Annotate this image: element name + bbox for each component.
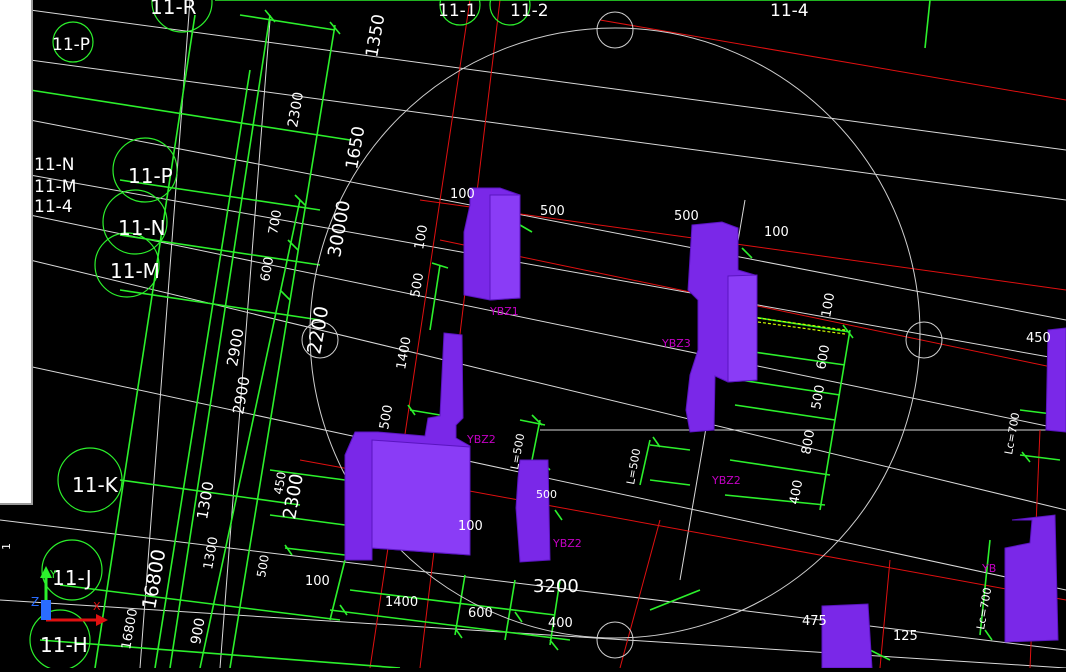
dim-1300-a: 1300 [193,480,217,521]
dim-1400-b: 1400 [385,595,418,610]
dim-500-f: 500 [536,488,557,501]
cad-model-canvas[interactable]: 11-R 11-1 11-2 11-4 11-P 11-N 11-M 11-4 … [0,0,1066,671]
dim-30000: 30000 [324,199,355,259]
dim-2900-b: 2900 [229,375,253,416]
orbit-marker-top[interactable] [596,11,634,49]
dim-400-b: 400 [787,479,806,506]
dim-1650: 1650 [342,125,369,171]
axis-label-left-m: 11-M [110,259,160,283]
dimension-lines [29,0,1066,669]
dim-500-e: 500 [809,384,828,411]
column-solids [344,187,1066,669]
dim-125: 125 [893,629,918,644]
column-label-ybz1: YBZ1 [489,305,519,318]
dim-100-a: 100 [450,187,475,202]
dim-1300-b: 1300 [201,535,222,570]
dim-500-b: 500 [408,272,427,299]
dim-500-d: 500 [674,209,699,224]
axis-label-left-n-small: 11-N [34,155,74,175]
dim-800: 800 [799,429,818,456]
axis-label-left-n: 11-N [118,216,166,240]
dim-2200: 2200 [303,304,333,355]
axis-label-left-p-small: 11-P [52,35,90,55]
axis-label-left-4-small: 11-4 [34,197,73,217]
dim-1350: 1350 [362,13,389,59]
dim-100-e: 100 [819,292,838,319]
axis-label-top-r: 11-R [150,0,197,19]
axis-label-top-4: 11-4 [770,1,809,21]
axis-label-top-1: 11-1 [438,1,477,21]
dim-100-f: 100 [458,519,483,534]
dim-500-c: 500 [377,404,396,431]
dim-1400-a: 1400 [394,335,415,370]
dim-16800-small: 16800 [119,607,141,650]
ucs-z-label: Z [31,595,39,609]
column-label-ybz2-b: YBZ2 [711,474,741,487]
cad-drawing-viewport[interactable]: 11-R 11-1 11-2 11-4 11-P 11-N 11-M 11-4 … [0,0,1066,671]
dimension-ticks [264,9,1031,651]
dim-100-c: 100 [305,574,330,589]
ucs-x-label: X [93,600,101,613]
edge-glyph: 1 [0,543,13,550]
axis-label-left-p: 11-P [128,164,173,188]
dimension-labels: 1350 2300 1650 30000 700 600 2200 2900 2… [119,13,1051,651]
dim-100-d: 100 [764,225,789,240]
axis-label-left-k: 11-K [72,473,119,497]
dim-600-c: 600 [814,344,833,371]
axis-label-left-m-small: 11-M [34,177,76,197]
dim-3200: 3200 [533,576,579,597]
dim-700: 700 [266,209,285,236]
dim-600: 600 [258,256,277,283]
column-label-yb: YB [981,562,996,575]
properties-side-panel[interactable] [0,0,33,505]
column-label-ybz2-a: YBZ2 [466,433,496,446]
dim-lc700-a: Lc=700 [1002,412,1022,456]
dim-475: 475 [802,614,827,629]
ucs-y-label: Y [49,568,57,581]
orbit-marker-right[interactable] [905,321,943,359]
dim-450-right: 450 [1026,331,1051,346]
orbit-gizmo[interactable] [301,11,943,659]
axis-label-top-2: 11-2 [510,1,549,21]
dim-lc700-b: Lc=700 [974,587,994,631]
dim-2300-top: 2300 [285,91,307,129]
axis-label-left-h: 11-H [40,633,88,657]
column-label-ybz3: YBZ3 [661,337,691,350]
axis-label-left-j: 11-J [52,566,92,590]
dim-500-left: 500 [254,554,272,579]
dim-500-a: 500 [540,204,565,219]
axis-grid-red [299,0,1066,669]
dim-400: 400 [548,616,573,631]
dim-600-b: 600 [468,606,493,621]
column-label-ybz2-c: YBZ2 [552,537,582,550]
